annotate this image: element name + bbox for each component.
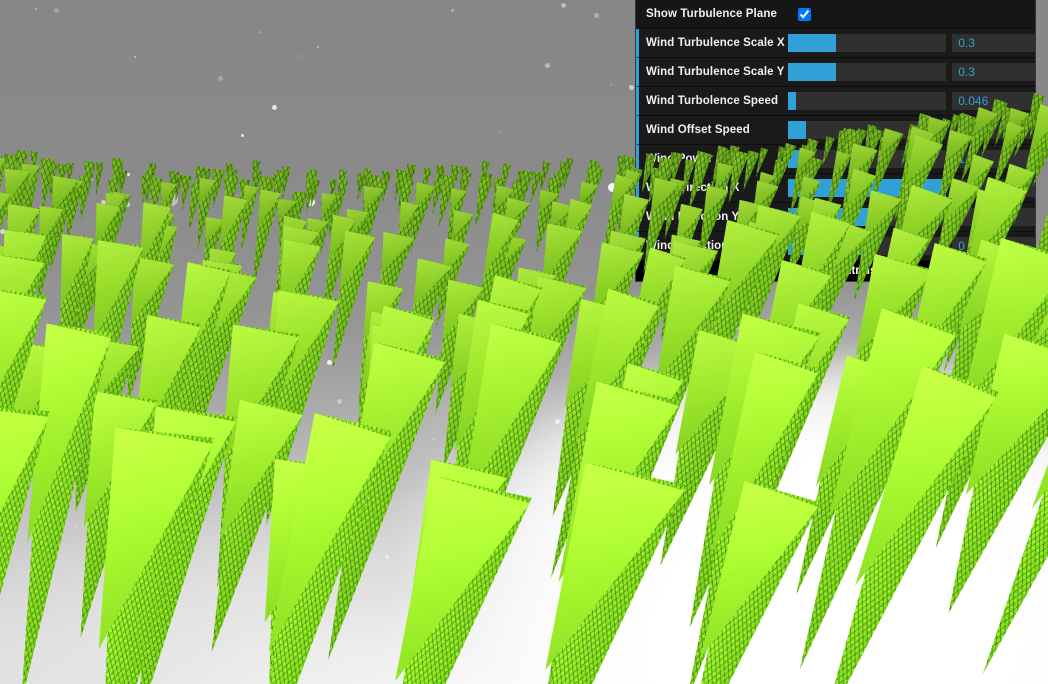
slider-fill	[788, 121, 806, 139]
show-turbulence-plane-checkbox[interactable]	[798, 7, 811, 21]
control-row-wind-turbolence-speed[interactable]: Wind Turbolence Speed 0.046	[636, 87, 1035, 116]
slider-value-field[interactable]: 0.3	[952, 34, 1035, 52]
slider-fill	[788, 34, 836, 52]
control-label-show-turbulence-plane: Show Turbulence Plane	[646, 8, 777, 20]
control-label: Wind Turbulence Scale X	[646, 37, 785, 49]
slider-track[interactable]	[788, 34, 947, 52]
slider-track[interactable]	[788, 92, 947, 110]
slider-track[interactable]	[788, 63, 947, 81]
control-label: Wind Offset Speed	[646, 124, 750, 136]
slider-fill	[788, 63, 836, 81]
control-row-show-turbulence-plane[interactable]: Show Turbulence Plane	[636, 0, 1035, 29]
slider-fill	[788, 92, 797, 110]
control-label: Wind Turbulence Scale Y	[646, 66, 785, 78]
control-row-wind-turbulence-scale-y[interactable]: Wind Turbulence Scale Y 0.3	[636, 58, 1035, 87]
control-label: Wind Turbolence Speed	[646, 95, 779, 107]
control-row-wind-turbulence-scale-x[interactable]: Wind Turbulence Scale X 0.3	[636, 29, 1035, 58]
application-window: Show Turbulence Plane Wind Turbulence Sc…	[0, 0, 1048, 684]
slider-value-field[interactable]: 0.3	[952, 63, 1035, 81]
